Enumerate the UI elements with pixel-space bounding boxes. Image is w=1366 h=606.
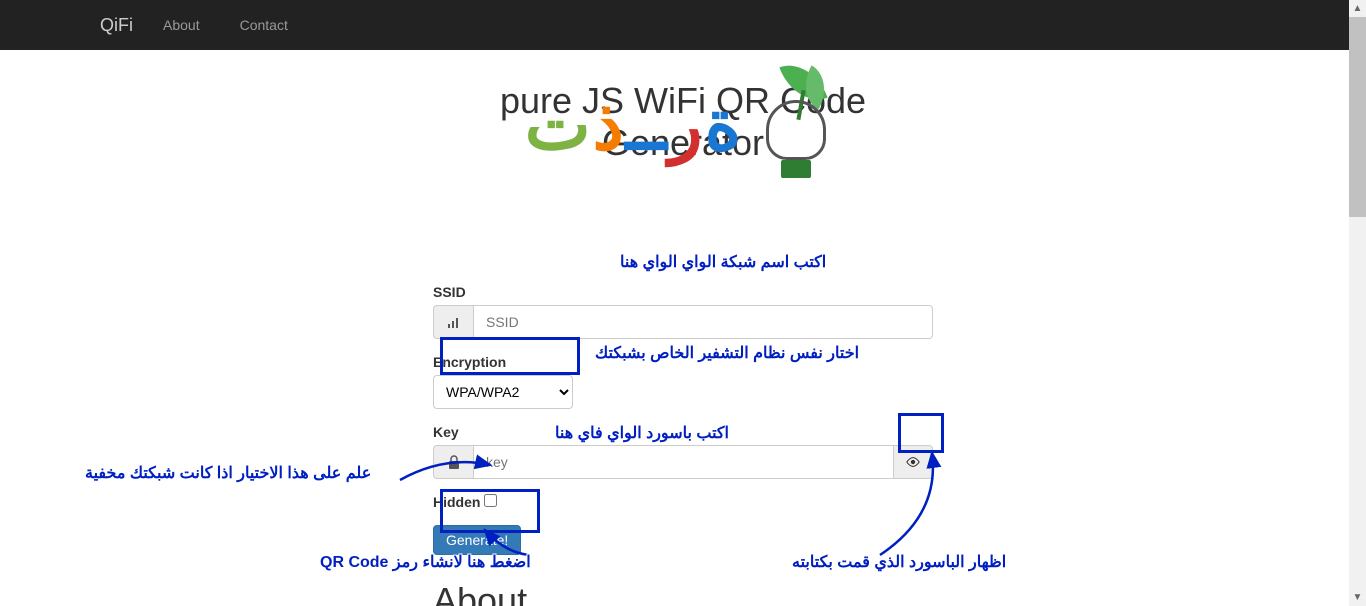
encryption-select[interactable]: WPA/WPA2 [433, 375, 573, 409]
brand-link[interactable]: QiFi [100, 15, 133, 36]
about-heading: About [433, 580, 933, 606]
annotation-generate: اضغط هنا لانشاء رمز QR Code [320, 552, 531, 572]
key-input[interactable] [473, 445, 893, 479]
annotation-key: اكتب باسورد الواي فاي هنا [555, 423, 729, 443]
ssid-label: SSID [433, 284, 933, 300]
nav-contact[interactable]: Contact [230, 2, 298, 48]
eye-icon [906, 456, 920, 468]
main-container: pure JS WiFi QR Code Generator تذــرة SS… [433, 50, 933, 606]
page-title: pure JS WiFi QR Code Generator [433, 80, 933, 164]
annotation-eye: اظهار الباسورد الذي قمت بكتابته [792, 552, 1006, 572]
generate-button[interactable]: Generate! [433, 525, 521, 555]
navbar: QiFi About Contact [0, 0, 1366, 50]
annotation-hidden: علم على هذا الاختيار اذا كانت شبكتك مخفي… [85, 463, 371, 483]
eye-toggle-button[interactable] [893, 445, 933, 479]
scroll-down-arrow[interactable]: ▼ [1349, 589, 1366, 606]
annotation-encryption: اختار نفس نظام التشفير الخاص بشبكتك [595, 343, 859, 363]
signal-icon [433, 305, 473, 339]
scrollbar-thumb[interactable] [1349, 17, 1366, 217]
scroll-up-arrow[interactable]: ▲ [1349, 0, 1366, 17]
hidden-checkbox[interactable] [484, 494, 497, 507]
annotation-ssid: اكتب اسم شبكة الواي الواي هنا [620, 252, 826, 272]
vertical-scrollbar[interactable]: ▲ ▼ [1349, 0, 1366, 606]
ssid-input[interactable] [473, 305, 933, 339]
hidden-label: Hidden [433, 494, 480, 510]
nav-about[interactable]: About [153, 2, 210, 48]
lock-icon [433, 445, 473, 479]
